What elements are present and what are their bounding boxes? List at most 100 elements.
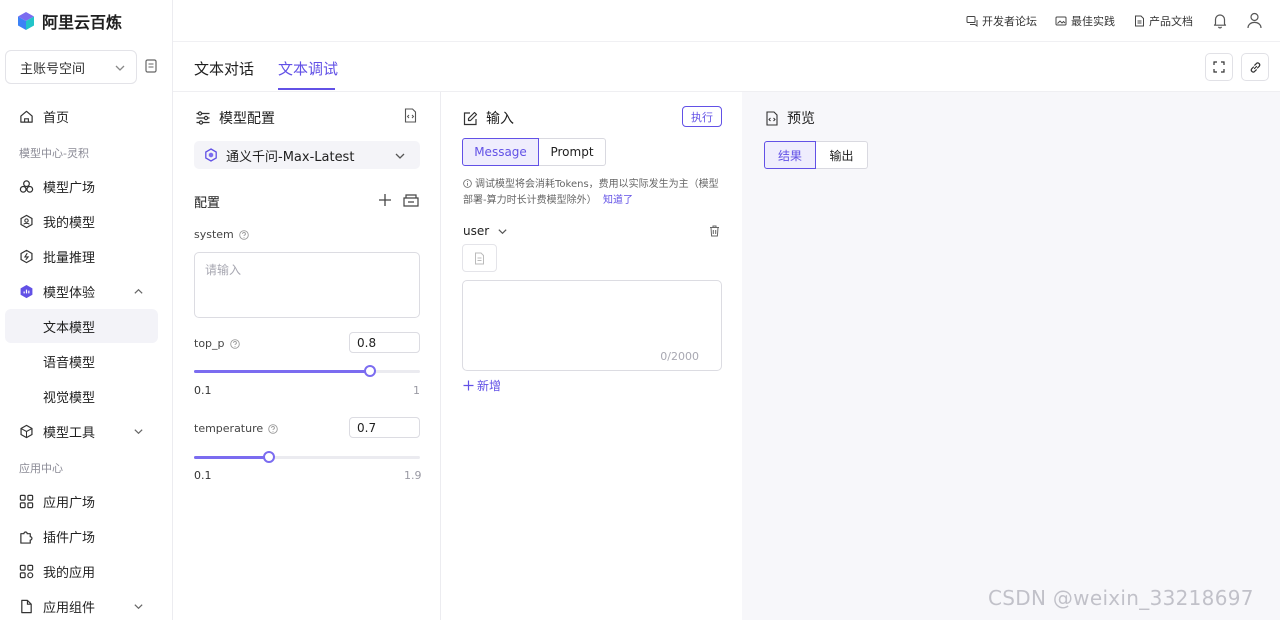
chevron-up-icon <box>134 288 143 294</box>
temperature-label: temperature <box>194 422 278 435</box>
system-textarea[interactable]: 请输入 <box>194 252 420 318</box>
model-select[interactable]: 通义千问-Max-Latest <box>194 141 420 169</box>
sidebar-item-text-model[interactable]: 文本模型 <box>5 309 158 343</box>
topbar-divider <box>173 41 1280 42</box>
user-icon[interactable] <box>1247 12 1262 29</box>
input-mode-switch: Message Prompt <box>462 138 606 166</box>
input-panel-title: 输入 <box>463 108 514 128</box>
plus-icon[interactable] <box>378 193 392 207</box>
sidebar-item-label: 批量推理 <box>43 250 96 266</box>
temperature-slider-thumb[interactable] <box>262 451 275 463</box>
sidebar-item-model-tools[interactable]: 模型工具 <box>5 414 158 448</box>
sidebar-item-model-experience[interactable]: 模型体验 <box>5 274 158 308</box>
product-docs-label: 产品文档 <box>1149 15 1193 28</box>
home-icon <box>20 110 33 123</box>
top-p-max: 1 <box>413 384 420 397</box>
bailian-logo-icon <box>18 12 34 30</box>
app-plaza-icon <box>19 494 34 508</box>
app-logo[interactable]: 阿里云百炼 <box>16 10 122 32</box>
puzzle-icon <box>20 530 33 544</box>
code-file-icon[interactable] <box>404 108 417 123</box>
help-icon[interactable] <box>268 423 278 434</box>
preview-mode-switch: 结果 输出 <box>764 141 868 169</box>
template-box-icon[interactable] <box>403 193 419 207</box>
config-section-title: 配置 <box>194 196 221 211</box>
attach-file-button[interactable] <box>462 244 497 272</box>
temperature-label-text: temperature <box>194 422 264 435</box>
sidebar-item-label: 插件广场 <box>43 530 96 546</box>
bell-icon[interactable] <box>1212 12 1228 29</box>
top-p-input[interactable]: 0.8 <box>349 332 420 353</box>
temperature-slider[interactable] <box>194 451 420 463</box>
sidebar-item-plugin-plaza[interactable]: 插件广场 <box>5 519 158 553</box>
output-tab[interactable]: 输出 <box>816 141 868 169</box>
chevron-down-icon <box>134 604 143 610</box>
help-icon[interactable] <box>239 229 249 240</box>
result-tab[interactable]: 结果 <box>764 141 816 169</box>
top-p-slider[interactable] <box>194 365 420 377</box>
temperature-input[interactable]: 0.7 <box>349 417 420 438</box>
dev-forum-label: 开发者论坛 <box>982 15 1037 28</box>
sidebar-item-app-plaza[interactable]: 应用广场 <box>5 484 158 518</box>
top-p-label-text: top_p <box>194 337 225 350</box>
account-space-select[interactable]: 主账号空间 <box>5 50 137 84</box>
fullscreen-button[interactable] <box>1205 53 1233 81</box>
sidebar-item-label: 首页 <box>43 110 70 126</box>
document-icon <box>1135 15 1144 27</box>
config-title-text: 模型配置 <box>219 111 275 127</box>
sidebar-item-my-apps[interactable]: 我的应用 <box>5 554 158 588</box>
dev-forum-link[interactable]: 开发者论坛 <box>966 13 1037 29</box>
top-p-label: top_p <box>194 337 240 350</box>
sidebar-item-my-models[interactable]: 我的模型 <box>5 204 158 238</box>
notice-dismiss-link[interactable]: 知道了 <box>603 195 633 206</box>
document-icon[interactable] <box>145 59 157 73</box>
run-button[interactable]: 执行 <box>682 106 722 127</box>
add-message-button[interactable]: 新增 <box>463 377 501 394</box>
app-components-icon <box>21 599 32 613</box>
my-apps-icon <box>19 564 34 578</box>
sidebar-item-vision-model[interactable]: 视觉模型 <box>5 379 158 413</box>
help-icon[interactable] <box>229 338 240 349</box>
info-icon <box>463 179 472 188</box>
trash-icon[interactable] <box>709 225 720 237</box>
message-input[interactable]: 0/2000 <box>462 280 722 371</box>
top-p-min: 0.1 <box>194 384 212 397</box>
plus-icon <box>463 380 474 391</box>
system-label: system <box>194 228 249 241</box>
file-icon <box>475 252 484 264</box>
sidebar-item-batch-inference[interactable]: 批量推理 <box>5 239 158 273</box>
batch-inference-icon <box>20 249 33 263</box>
temperature-min: 0.1 <box>194 469 212 482</box>
watermark: CSDN @weixin_33218697 <box>988 586 1254 610</box>
nav-group-app-center: 应用中心 <box>19 462 63 475</box>
role-label: user <box>463 224 490 238</box>
notice-text: 调试模型将会消耗Tokens，费用以实际发生为主（模型部署-算力时长计费模型除外… <box>463 179 719 206</box>
edit-icon <box>463 111 478 125</box>
tongyi-logo-icon <box>205 148 217 162</box>
product-docs-link[interactable]: 产品文档 <box>1134 13 1193 29</box>
preview-title-text: 预览 <box>787 111 815 127</box>
chevron-down-icon <box>395 153 405 159</box>
sidebar-item-model-plaza[interactable]: 模型广场 <box>5 169 158 203</box>
tab-text-chat[interactable]: 文本对话 <box>194 58 254 79</box>
role-select[interactable]: user <box>463 224 508 238</box>
preview-panel <box>742 92 1280 620</box>
token-notice: 调试模型将会消耗Tokens，费用以实际发生为主（模型部署-算力时长计费模型除外… <box>463 177 725 209</box>
image-icon <box>1055 16 1067 26</box>
forum-icon <box>966 16 978 27</box>
best-practice-link[interactable]: 最佳实践 <box>1055 13 1115 29</box>
temperature-slider-fill <box>194 456 269 459</box>
chevron-down-icon <box>498 228 507 234</box>
message-tab[interactable]: Message <box>462 138 539 166</box>
sidebar-item-voice-model[interactable]: 语音模型 <box>5 344 158 378</box>
link-button[interactable] <box>1241 53 1269 81</box>
prompt-tab[interactable]: Prompt <box>539 138 606 166</box>
tab-text-debug[interactable]: 文本调试 <box>278 58 338 79</box>
tab-active-indicator <box>278 88 335 90</box>
sidebar-item-label: 模型工具 <box>43 425 96 441</box>
sidebar-item-home[interactable]: 首页 <box>5 99 158 133</box>
sidebar-item-label: 应用组件 <box>43 600 96 616</box>
sidebar-item-label: 应用广场 <box>43 495 96 511</box>
sidebar-item-app-components[interactable]: 应用组件 <box>5 589 158 620</box>
link-icon <box>1250 61 1260 73</box>
